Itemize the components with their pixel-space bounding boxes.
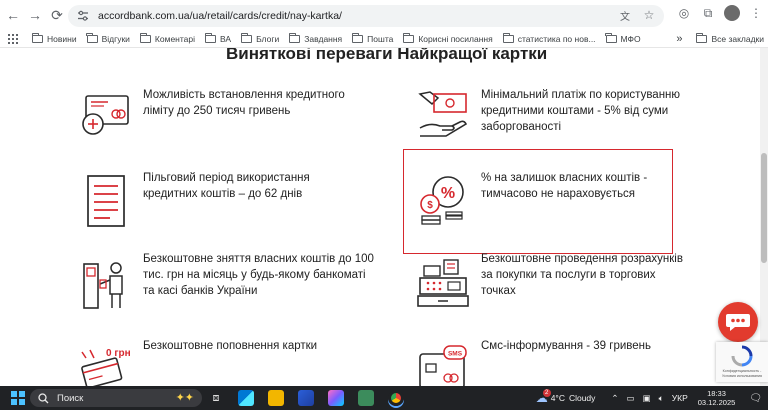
folder-icon — [139, 32, 151, 43]
section-heading: Виняткові переваги Найкращої картки — [226, 48, 548, 63]
system-tray: ☁ 2 4°C Cloudy ⌃ ▭ ▣ 🔈︎ УКР 18:33 03.12.… — [536, 386, 768, 410]
hand-money-icon — [418, 91, 468, 137]
bookmark-mfo[interactable]: МФО — [605, 32, 641, 44]
folder-icon — [204, 32, 217, 43]
document-icon — [87, 175, 125, 227]
page-scrollbar[interactable] — [760, 48, 768, 386]
copilot-icon[interactable] — [328, 390, 344, 406]
chat-button[interactable] — [718, 302, 758, 342]
recaptcha-text: Конфиденциальность - Условия использован… — [722, 369, 762, 378]
bookmark-blogy[interactable]: Блоги — [240, 32, 279, 44]
tray-app-icon[interactable]: ▭ — [627, 393, 635, 404]
folder-icon — [502, 32, 514, 43]
scrollbar-thumb[interactable] — [761, 153, 767, 263]
forward-icon[interactable]: → — [24, 4, 46, 26]
menu-icon[interactable]: ⋮ — [748, 5, 764, 21]
feature-grace-period: Пільговий період використання кредитних … — [143, 172, 310, 200]
search-highlight-icon: ✦✦ — [175, 392, 194, 404]
bookmark-novyny[interactable]: Новини — [31, 32, 77, 44]
windows-start-icon[interactable] — [11, 391, 25, 405]
browser-toolbar: ← → ⟳ accordbank.com.ua/ua/retail/cards/… — [0, 0, 768, 30]
sms-phone-icon: SMS — [419, 345, 467, 386]
profile-avatar[interactable] — [724, 5, 740, 21]
bookmark-star-icon[interactable]: ☆ — [642, 8, 656, 22]
credit-card-plus-icon — [82, 95, 129, 135]
feature-free-withdrawal: Безкоштовне зняття власних коштів до 100… — [143, 253, 374, 297]
folder-icon — [351, 32, 364, 43]
taskbar: Поиск ✦✦ ⧈ ☁ 2 4°C Cloudy ⌃ ▭ ▣ 🔈︎ УКР 1… — [0, 386, 768, 410]
search-icon — [38, 392, 49, 403]
back-icon[interactable]: ← — [2, 4, 24, 26]
store-icon[interactable] — [238, 390, 254, 406]
network-icon[interactable]: ▣ — [643, 393, 651, 404]
feature-interest-balance: % на залишок власних коштів - тимчасово … — [481, 172, 648, 200]
tray-chevron-icon[interactable]: ⌃ — [611, 393, 618, 404]
bookmark-komentari[interactable]: Коментарі — [139, 32, 195, 44]
address-bar[interactable]: accordbank.com.ua/ua/retail/cards/credit… — [68, 5, 664, 27]
folder-icon — [240, 32, 253, 43]
zero-fee-label: 0 грн — [106, 348, 131, 359]
folder-icon — [403, 32, 415, 43]
bookmarks-bar: Новини Відгуки Коментарі ВА Блоги Завдан… — [0, 30, 768, 48]
bookmark-poshta[interactable]: Пошта — [351, 32, 393, 44]
folder-icon — [86, 32, 98, 43]
notifications-icon[interactable]: 🗨︎ — [749, 393, 762, 404]
site-info-icon[interactable] — [76, 9, 90, 23]
weather-desc: Cloudy — [568, 393, 596, 403]
feature-free-topup: Безкоштовне поповнення картки — [143, 340, 318, 352]
feature-credit-limit: Можливість встановлення кредитного ліміт… — [143, 89, 345, 117]
atm-withdraw-icon — [83, 262, 123, 309]
page-content: Виняткові переваги Найкращої картки Можл… — [0, 48, 768, 386]
taskbar-search[interactable]: Поиск ✦✦ — [30, 389, 202, 407]
reload-icon[interactable]: ⟳ — [46, 4, 68, 26]
chat-bubble-icon — [726, 314, 750, 331]
task-view-icon[interactable]: ⧈ — [208, 390, 224, 406]
folder-icon — [605, 32, 617, 43]
word-app-icon[interactable] — [298, 390, 314, 406]
svg-text:$: $ — [427, 200, 433, 211]
card-zero-fee-icon: 0 грн — [81, 348, 131, 386]
volume-icon[interactable]: 🔈︎ — [659, 393, 664, 404]
percent-coins-icon: % $ — [420, 176, 464, 225]
cash-register-icon — [417, 259, 469, 307]
weather-badge: 2 — [542, 389, 551, 397]
screenshot-icon[interactable]: ◎ — [676, 5, 692, 21]
recaptcha-badge[interactable]: Конфиденциальность - Условия использован… — [716, 342, 768, 382]
chrome-icon[interactable] — [388, 390, 404, 406]
weather-temp: 4°C — [550, 393, 565, 403]
bookmark-va[interactable]: ВА — [204, 32, 231, 44]
language-indicator[interactable]: УКР — [672, 393, 688, 403]
file-explorer-icon[interactable] — [268, 390, 284, 406]
clock-date: 03.12.2025 — [697, 398, 736, 407]
folder-icon — [696, 33, 708, 43]
notepad-icon[interactable] — [358, 390, 374, 406]
more-bookmarks-button[interactable]: » — [676, 33, 682, 45]
svg-text:%: % — [441, 185, 455, 202]
bookmark-vidguky[interactable]: Відгуки — [86, 32, 130, 44]
recaptcha-icon — [731, 345, 753, 367]
sms-label: SMS — [448, 351, 463, 358]
apps-icon[interactable] — [8, 33, 18, 44]
bookmark-korysni[interactable]: Корисні посилання — [403, 32, 493, 44]
bookmark-statystyka[interactable]: статистика по нов... — [502, 32, 596, 44]
feature-free-payments: Безкоштовне проведення розрахунків за по… — [481, 253, 683, 297]
feature-sms-info: Смс-інформування - 39 гривень — [481, 340, 651, 352]
feature-min-payment: Мінімальний платіж по користуванню креди… — [481, 89, 681, 133]
folder-icon — [31, 32, 43, 43]
all-bookmarks-button[interactable]: Все закладки — [711, 34, 764, 44]
clock-time: 18:33 — [707, 389, 726, 398]
url-text: accordbank.com.ua/ua/retail/cards/credit… — [98, 10, 342, 22]
folder-icon — [289, 32, 301, 43]
translate-icon[interactable]: 文 — [618, 8, 632, 23]
extensions-icon[interactable]: ⧉ — [700, 5, 716, 21]
clock[interactable]: 18:33 03.12.2025 — [698, 389, 736, 407]
bookmark-zavdannia[interactable]: Завдання — [289, 32, 342, 44]
